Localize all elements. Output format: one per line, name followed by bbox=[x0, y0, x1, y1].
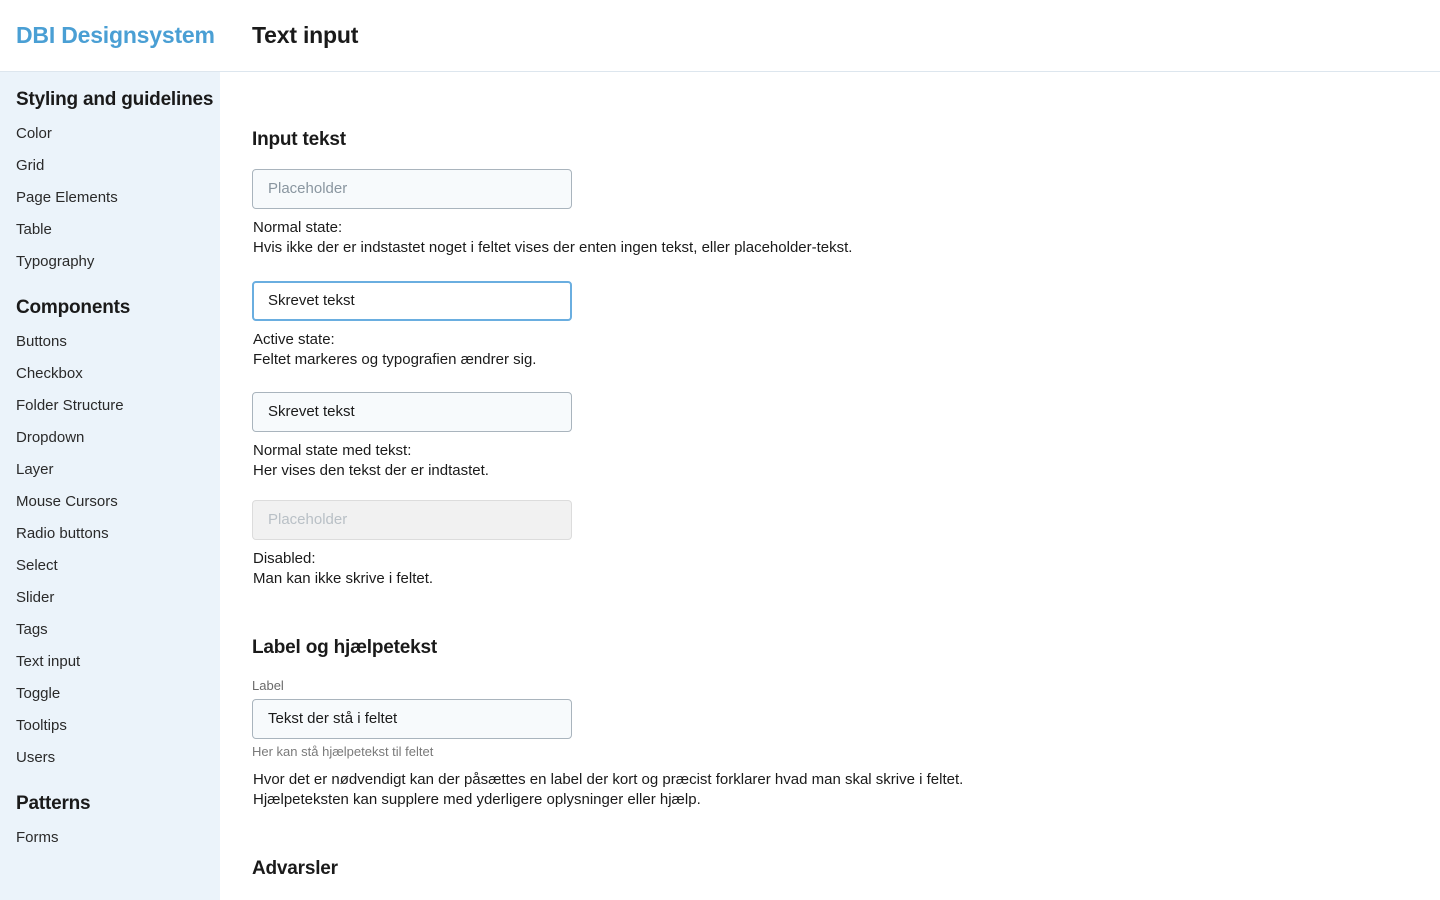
description-line: Hvor det er nødvendigt kan der påsættes … bbox=[253, 771, 964, 788]
section-heading-advarsler: Advarsler bbox=[252, 858, 338, 879]
caption-active: Active state: Feltet markeres og typogra… bbox=[253, 330, 536, 370]
text-input-normal[interactable]: Placeholder bbox=[252, 169, 572, 209]
sidebar-item-table[interactable]: Table bbox=[16, 220, 213, 252]
text-input-filled[interactable]: Skrevet tekst bbox=[252, 392, 572, 432]
field-label: Label bbox=[252, 678, 284, 693]
sidebar-item-color[interactable]: Color bbox=[16, 124, 213, 156]
text-input-with-label[interactable]: Tekst der stå i feltet bbox=[252, 699, 572, 739]
sidebar-item-typography[interactable]: Typography bbox=[16, 252, 213, 284]
caption-title: Disabled: bbox=[253, 550, 316, 567]
sidebar-item-slider[interactable]: Slider bbox=[16, 588, 130, 620]
sidebar-item-mouse-cursors[interactable]: Mouse Cursors bbox=[16, 492, 130, 524]
sidebar-item-tooltips[interactable]: Tooltips bbox=[16, 716, 130, 748]
caption-title: Normal state med tekst: bbox=[253, 442, 412, 459]
nav-section-components: Components Buttons Checkbox Folder Struc… bbox=[16, 296, 130, 780]
sidebar-item-users[interactable]: Users bbox=[16, 748, 130, 780]
text-input-active[interactable]: Skrevet tekst bbox=[252, 281, 572, 321]
sidebar-item-dropdown[interactable]: Dropdown bbox=[16, 428, 130, 460]
help-text: Her kan stå hjælpetekst til feltet bbox=[252, 744, 434, 759]
description-line: Hjælpeteksten kan supplere med yderliger… bbox=[253, 791, 701, 808]
sidebar-item-radio-buttons[interactable]: Radio buttons bbox=[16, 524, 130, 556]
caption-title: Active state: bbox=[253, 331, 335, 348]
caption-normal: Normal state: Hvis ikke der er indstaste… bbox=[253, 218, 852, 258]
sidebar-item-select[interactable]: Select bbox=[16, 556, 130, 588]
sidebar-item-tags[interactable]: Tags bbox=[16, 620, 130, 652]
caption-disabled: Disabled: Man kan ikke skrive i feltet. bbox=[253, 549, 433, 589]
text-input-disabled: Placeholder bbox=[252, 500, 572, 540]
sidebar-item-grid[interactable]: Grid bbox=[16, 156, 213, 188]
nav-section-styling: Styling and guidelines Color Grid Page E… bbox=[16, 88, 213, 284]
nav-heading: Components bbox=[16, 297, 131, 318]
caption-text: Hvis ikke der er indstastet noget i felt… bbox=[253, 239, 853, 256]
page-title: Text input bbox=[252, 22, 359, 48]
top-bar: DBI Designsystem Text input bbox=[0, 0, 1440, 72]
sidebar: Styling and guidelines Color Grid Page E… bbox=[0, 72, 220, 900]
sidebar-item-toggle[interactable]: Toggle bbox=[16, 684, 130, 716]
label-description: Hvor det er nødvendigt kan der påsættes … bbox=[253, 770, 963, 810]
sidebar-item-layer[interactable]: Layer bbox=[16, 460, 130, 492]
caption-title: Normal state: bbox=[253, 219, 343, 236]
brand-logo[interactable]: DBI Designsystem bbox=[16, 22, 215, 49]
sidebar-item-page-elements[interactable]: Page Elements bbox=[16, 188, 213, 220]
caption-text: Man kan ikke skrive i feltet. bbox=[253, 570, 434, 587]
sidebar-item-text-input[interactable]: Text input bbox=[16, 652, 130, 684]
sidebar-item-folder-structure[interactable]: Folder Structure bbox=[16, 396, 130, 428]
nav-section-patterns: Patterns Forms bbox=[16, 792, 91, 860]
sidebar-item-buttons[interactable]: Buttons bbox=[16, 332, 130, 364]
nav-heading: Styling and guidelines bbox=[16, 89, 214, 110]
caption-text: Her vises den tekst der er indtastet. bbox=[253, 462, 489, 479]
section-heading-label: Label og hjælpetekst bbox=[252, 637, 437, 658]
sidebar-item-forms[interactable]: Forms bbox=[16, 828, 90, 860]
nav-heading: Patterns bbox=[16, 793, 91, 814]
caption-text: Feltet markeres og typografien ændrer si… bbox=[253, 351, 537, 368]
caption-filled: Normal state med tekst: Her vises den te… bbox=[253, 441, 489, 481]
section-heading-input-tekst: Input tekst bbox=[252, 129, 346, 150]
sidebar-item-checkbox[interactable]: Checkbox bbox=[16, 364, 130, 396]
